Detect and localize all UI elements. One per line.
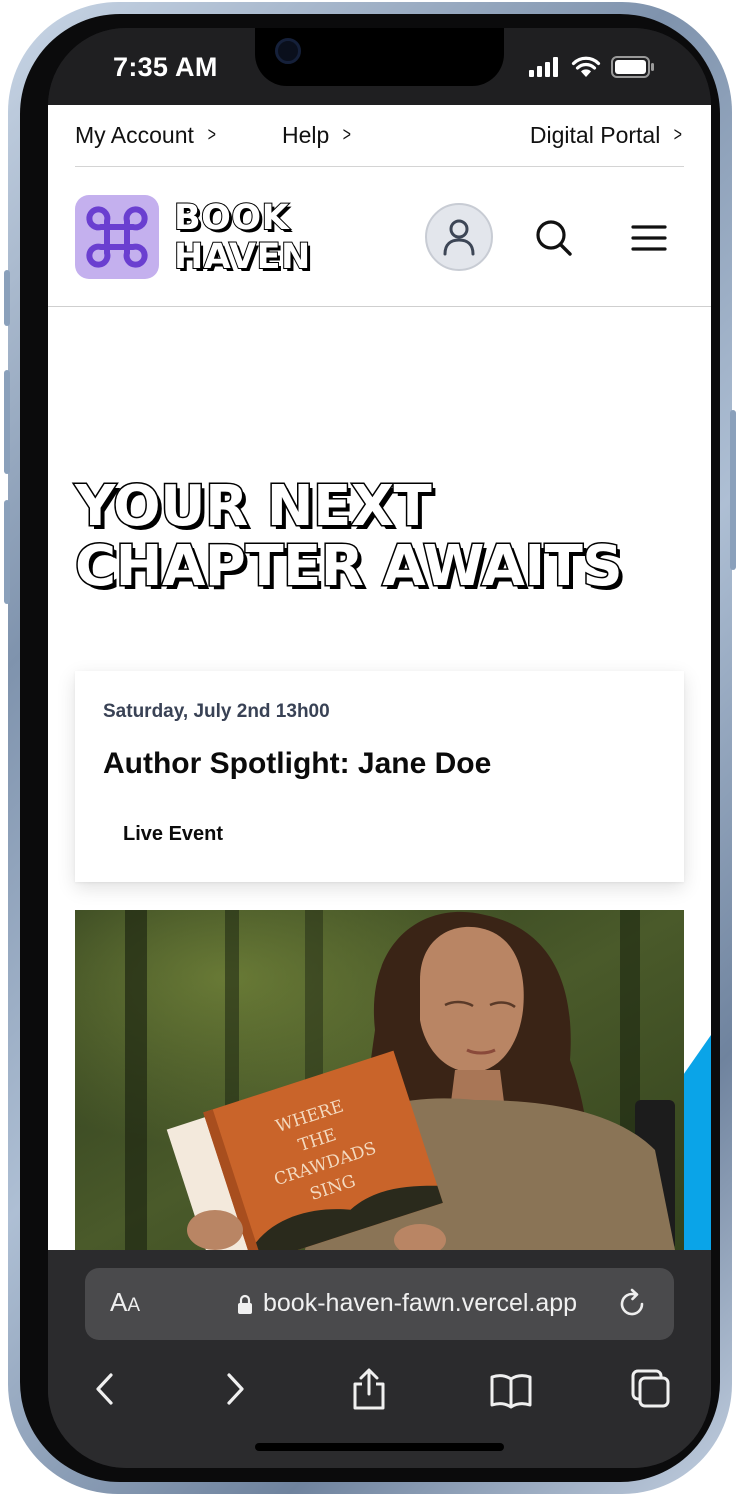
lock-icon bbox=[238, 1294, 252, 1314]
account-button[interactable] bbox=[425, 203, 493, 271]
event-tag: Live Event bbox=[123, 823, 224, 845]
command-logo-icon bbox=[86, 206, 148, 268]
top-utility-nav: My Account > Help > Digital Portal > bbox=[75, 105, 684, 167]
status-icons bbox=[529, 56, 655, 78]
logo[interactable] bbox=[75, 195, 159, 279]
my-account-label: My Account bbox=[75, 122, 194, 148]
power-button bbox=[730, 410, 736, 570]
home-indicator bbox=[255, 1443, 504, 1451]
search-icon bbox=[536, 220, 572, 256]
web-page: My Account > Help > Digital Portal > BOO… bbox=[48, 105, 711, 1250]
browser-toolbar: AA book-haven-fawn.vercel.app bbox=[48, 1250, 711, 1468]
screen: 7:35 AM My Account > Help > Digital Port… bbox=[48, 28, 711, 1468]
url-text: book-haven-fawn.vercel.app bbox=[263, 1289, 578, 1317]
decorative-accent bbox=[684, 1035, 711, 1250]
aa-large: A bbox=[110, 1287, 128, 1317]
site-header: BOOK HAVEN bbox=[48, 168, 711, 307]
brand-line-1: BOOK bbox=[173, 198, 290, 239]
event-photo: WHERE THE CRAWDADS SING bbox=[75, 910, 684, 1250]
menu-icon bbox=[631, 225, 667, 251]
menu-button[interactable] bbox=[631, 223, 667, 253]
my-account-link[interactable]: My Account > bbox=[75, 122, 218, 149]
help-label: Help bbox=[282, 122, 330, 148]
chevron-right-icon: > bbox=[343, 124, 352, 146]
tabs-icon[interactable] bbox=[629, 1367, 673, 1411]
volume-up-button bbox=[4, 370, 10, 474]
hero-line-1: YOUR NEXT bbox=[73, 474, 433, 539]
user-icon bbox=[443, 219, 475, 256]
reload-icon[interactable] bbox=[616, 1288, 648, 1320]
digital-portal-label: Digital Portal bbox=[529, 122, 661, 148]
event-date: Saturday, July 2nd 13h00 bbox=[103, 701, 330, 722]
hero-heading: YOUR NEXT CHAPTER AWAITS bbox=[73, 474, 624, 599]
share-icon[interactable] bbox=[347, 1367, 391, 1411]
digital-portal-link[interactable]: Digital Portal > bbox=[530, 122, 684, 149]
volume-down-button bbox=[4, 500, 10, 604]
url-display[interactable]: book-haven-fawn.vercel.app bbox=[237, 1289, 577, 1318]
reader-illustration: WHERE THE CRAWDADS SING bbox=[75, 910, 684, 1250]
phone-frame: 7:35 AM My Account > Help > Digital Port… bbox=[4, 2, 736, 1494]
help-link[interactable]: Help > bbox=[282, 122, 353, 149]
search-button[interactable] bbox=[534, 218, 574, 258]
brand-name: BOOK HAVEN bbox=[173, 198, 311, 278]
hero-line-2: CHAPTER AWAITS bbox=[73, 534, 624, 599]
back-icon[interactable] bbox=[84, 1367, 128, 1411]
signal-icon bbox=[529, 57, 558, 77]
brand-line-2: HAVEN bbox=[173, 237, 311, 278]
battery-icon bbox=[611, 56, 654, 78]
address-bar[interactable]: AA book-haven-fawn.vercel.app bbox=[85, 1268, 674, 1340]
status-time: 7:35 AM bbox=[113, 52, 218, 82]
front-camera bbox=[275, 38, 301, 64]
chevron-right-icon: > bbox=[674, 124, 683, 146]
bookmarks-icon[interactable] bbox=[489, 1367, 533, 1411]
wifi-icon bbox=[571, 56, 601, 77]
forward-icon[interactable] bbox=[212, 1367, 256, 1411]
status-bar: 7:35 AM bbox=[48, 28, 711, 105]
event-card[interactable]: Saturday, July 2nd 13h00 Author Spotligh… bbox=[75, 671, 684, 882]
event-title: Author Spotlight: Jane Doe bbox=[103, 747, 492, 780]
reader-settings-button[interactable]: AA bbox=[110, 1287, 140, 1318]
chevron-right-icon: > bbox=[207, 124, 216, 146]
silent-switch bbox=[4, 270, 10, 326]
aa-small: A bbox=[127, 1295, 141, 1316]
